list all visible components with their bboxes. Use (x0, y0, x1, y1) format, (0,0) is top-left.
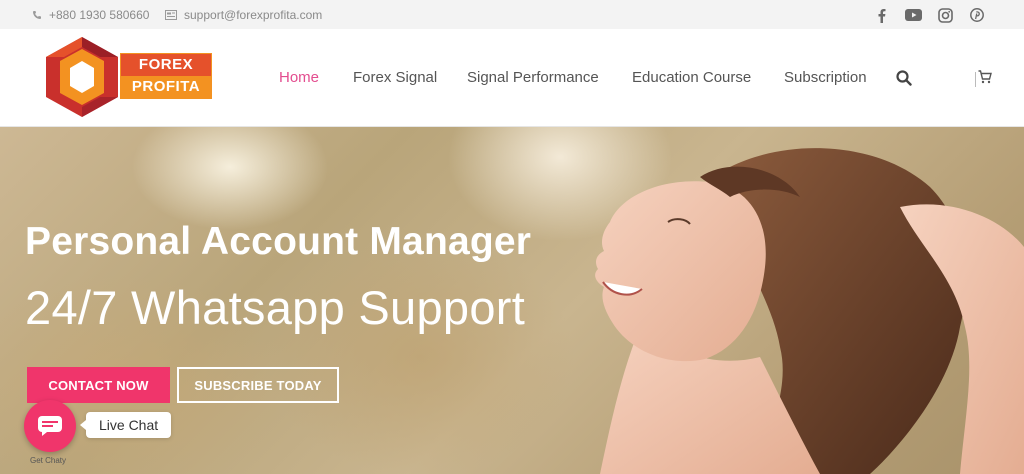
live-chat-tooltip[interactable]: Live Chat (79, 412, 172, 438)
logo-hexagon-icon (46, 37, 118, 117)
hero-subheadline: 24/7 Whatsapp Support (25, 281, 526, 334)
email-contact[interactable]: support@forexprofita.com (165, 8, 322, 22)
email-address: support@forexprofita.com (184, 8, 323, 22)
top-bar: +880 1930 580660 support@forexprofita.co… (0, 0, 1024, 29)
phone-number: +880 1930 580660 (49, 8, 150, 22)
site-header: FOREX PROFITA Home Forex Signal Signal P… (0, 29, 1024, 127)
pinterest-icon[interactable] (968, 6, 986, 24)
youtube-icon[interactable] (904, 6, 922, 24)
logo-line-forex: FOREX (121, 54, 211, 76)
nav-signal-performance[interactable]: Signal Performance (467, 69, 599, 86)
nav-education-course[interactable]: Education Course (632, 69, 751, 86)
brand-logo[interactable]: FOREX PROFITA (42, 35, 214, 119)
subscribe-today-button[interactable]: SUBSCRIBE TODAY (177, 367, 339, 403)
phone-contact[interactable]: +880 1930 580660 (32, 8, 149, 22)
nav-forex-signal[interactable]: Forex Signal (353, 69, 437, 86)
facebook-icon[interactable] (872, 6, 890, 24)
chat-widget-button[interactable] (24, 400, 76, 452)
instagram-icon[interactable] (936, 6, 954, 24)
search-icon[interactable] (896, 70, 912, 86)
nav-subscription[interactable]: Subscription (784, 69, 867, 86)
cart-divider (975, 72, 976, 87)
cart-icon[interactable] (978, 70, 992, 84)
social-links (872, 6, 986, 24)
phone-icon (32, 10, 42, 20)
contact-now-button[interactable]: CONTACT NOW (27, 367, 170, 403)
logo-wordmark: FOREX PROFITA (120, 53, 212, 99)
mail-icon (165, 10, 177, 20)
chat-icon (38, 416, 62, 436)
chat-credit-label[interactable]: Get Chaty (30, 456, 66, 465)
hero-headline: Personal Account Manager (25, 220, 532, 263)
nav-home[interactable]: Home (279, 69, 319, 86)
logo-line-profita: PROFITA (121, 76, 211, 98)
